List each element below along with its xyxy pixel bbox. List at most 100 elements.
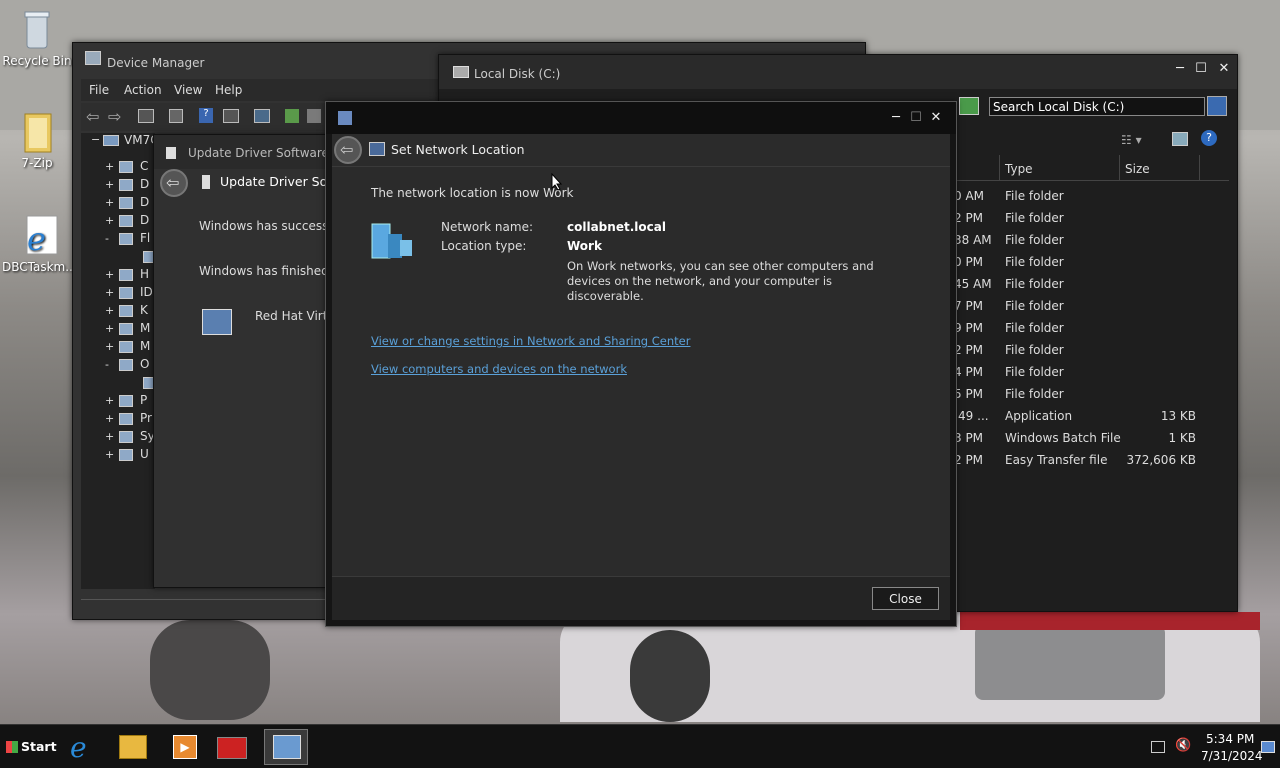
column-header-size[interactable]: Size <box>1125 162 1150 176</box>
start-button[interactable]: Start <box>2 735 58 759</box>
taskbar-toolbox[interactable] <box>214 729 252 765</box>
file-date-modified: 3 PM <box>954 431 984 445</box>
file-type: File folder <box>1005 233 1064 247</box>
device-category-icon <box>119 269 133 281</box>
minimize-button[interactable]: ─ <box>886 109 906 127</box>
file-row[interactable]: 2 PM Easy Transfer file 372,606 KB <box>954 449 1254 471</box>
file-row[interactable]: 45 AM File folder <box>954 273 1254 295</box>
wallpaper-wheel <box>630 630 710 722</box>
file-list: 0 AM File folder 2 PM File folder 38 AM File … <box>954 185 1234 485</box>
search-input[interactable] <box>989 97 1205 116</box>
device-category-icon <box>119 449 133 461</box>
action-center-icon[interactable] <box>1151 741 1165 753</box>
tree-expand-toggle[interactable]: + <box>105 196 114 209</box>
clock-date[interactable]: 7/31/2024 <box>1201 749 1263 763</box>
search-icon[interactable] <box>1207 96 1227 116</box>
tree-expand-toggle[interactable]: + <box>105 214 114 227</box>
menu-help[interactable]: Help <box>215 83 242 97</box>
set-network-location-dialog[interactable]: ─ ☐ ✕ ⇦ Set Network Location The network… <box>325 101 957 627</box>
tree-expand-toggle[interactable]: + <box>105 412 114 425</box>
file-date-modified: 0 AM <box>954 189 985 203</box>
file-row[interactable]: 7 PM File folder <box>954 295 1254 317</box>
file-type: Easy Transfer file <box>1005 453 1108 467</box>
tree-expand-toggle[interactable]: + <box>105 430 114 443</box>
view-computers-link[interactable]: View computers and devices on the networ… <box>371 362 627 376</box>
internet-explorer-icon: e <box>70 731 87 764</box>
properties-icon[interactable] <box>138 109 154 123</box>
file-row[interactable]: 2 PM File folder <box>954 207 1254 229</box>
close-dialog-button[interactable]: Close <box>872 587 939 610</box>
file-row[interactable]: 3 PM Windows Batch File 1 KB <box>954 427 1254 449</box>
desktop-icon-dbctaskm[interactable]: e DBCTaskm... <box>2 214 77 274</box>
file-row[interactable]: 4 PM File folder <box>954 361 1254 383</box>
taskbar: Start e ▶ 🔇 5:34 PM 7/31/2024 <box>0 724 1280 768</box>
clock-time[interactable]: 5:34 PM <box>1206 732 1254 746</box>
file-row[interactable]: 2 PM File folder <box>954 339 1254 361</box>
explorer-title: Local Disk (C:) <box>474 67 561 81</box>
tree-expand-toggle[interactable]: + <box>105 160 114 173</box>
taskbar-media-player[interactable]: ▶ <box>166 729 204 765</box>
update-driver-icon[interactable] <box>285 109 299 123</box>
maximize-button[interactable]: ☐ <box>1191 60 1211 78</box>
tree-expand-toggle[interactable]: + <box>105 268 114 281</box>
desktop-icon-label: 7-Zip <box>21 156 53 170</box>
close-button[interactable]: ✕ <box>1214 60 1234 78</box>
tree-expand-toggle[interactable]: - <box>105 232 109 245</box>
file-row[interactable]: :49 ... Application 13 KB <box>954 405 1254 427</box>
forward-arrow-icon[interactable]: ⇨ <box>108 107 121 126</box>
help-icon[interactable]: ? <box>199 108 213 123</box>
column-divider <box>1199 155 1200 181</box>
view-icon[interactable] <box>223 109 239 123</box>
tree-expand-toggle[interactable]: + <box>105 304 114 317</box>
file-row[interactable]: 0 PM File folder <box>954 251 1254 273</box>
tree-expand-toggle[interactable]: + <box>105 322 114 335</box>
device-category-icon <box>119 431 133 443</box>
file-row[interactable]: 0 AM File folder <box>954 185 1254 207</box>
column-header-type[interactable]: Type <box>1005 162 1033 176</box>
list-icon[interactable] <box>169 109 183 123</box>
uninstall-icon[interactable] <box>307 109 321 123</box>
update-driver-tab[interactable]: Update Driver Software - F <box>154 135 348 169</box>
scan-hardware-icon[interactable] <box>254 109 270 123</box>
show-desktop-icon[interactable] <box>1261 741 1275 753</box>
tree-expand-toggle[interactable]: + <box>105 178 114 191</box>
minimize-button[interactable]: ─ <box>1170 60 1190 78</box>
preview-pane-icon[interactable] <box>1172 132 1188 146</box>
menu-action[interactable]: Action <box>124 83 162 97</box>
update-driver-window[interactable]: Update Driver Software - F ⇦ Update Driv… <box>153 134 348 588</box>
back-arrow-icon[interactable]: ⇦ <box>86 107 99 126</box>
tree-expand-toggle[interactable]: - <box>105 358 109 371</box>
internet-explorer-icon: e <box>17 214 58 258</box>
file-type: File folder <box>1005 255 1064 269</box>
taskbar-network-center[interactable] <box>264 729 308 765</box>
tree-expand-toggle[interactable]: + <box>105 448 114 461</box>
explorer-titlebar[interactable]: Local Disk (C:) ─ ☐ ✕ <box>439 55 1237 89</box>
refresh-icon[interactable] <box>959 97 979 115</box>
file-row[interactable]: 5 PM File folder <box>954 383 1254 405</box>
menu-file[interactable]: File <box>89 83 109 97</box>
tree-expand-toggle[interactable]: + <box>105 286 114 299</box>
tree-expand-toggle[interactable]: + <box>105 340 114 353</box>
view-options-icon[interactable]: ☷ ▾ <box>1121 133 1142 147</box>
close-button[interactable]: ✕ <box>926 109 946 127</box>
start-label: Start <box>21 739 57 754</box>
tree-expand-toggle[interactable]: + <box>105 394 114 407</box>
file-row[interactable]: 38 AM File folder <box>954 229 1254 251</box>
file-size: 13 KB <box>1160 409 1196 423</box>
file-row[interactable]: 9 PM File folder <box>954 317 1254 339</box>
volume-muted-icon[interactable]: 🔇 <box>1175 738 1191 753</box>
taskbar-internet-explorer[interactable]: e <box>66 729 104 765</box>
menu-view[interactable]: View <box>174 83 202 97</box>
back-button[interactable]: ⇦ <box>160 169 188 197</box>
desktop-icon-7zip[interactable]: 7-Zip <box>2 110 72 170</box>
dialog-titlebar[interactable]: ─ ☐ ✕ <box>326 102 956 134</box>
help-icon[interactable]: ? <box>1201 130 1217 146</box>
maximize-button[interactable]: ☐ <box>906 109 926 127</box>
back-button[interactable]: ⇦ <box>334 136 362 164</box>
network-sharing-center-link[interactable]: View or change settings in Network and S… <box>371 334 690 348</box>
tree-collapse-toggle[interactable]: − <box>91 133 100 146</box>
device-category-label: M <box>140 339 151 353</box>
device-category-icon <box>119 413 133 425</box>
desktop-icon-recycle-bin[interactable]: Recycle Bin <box>2 8 72 68</box>
taskbar-explorer[interactable] <box>114 729 152 765</box>
